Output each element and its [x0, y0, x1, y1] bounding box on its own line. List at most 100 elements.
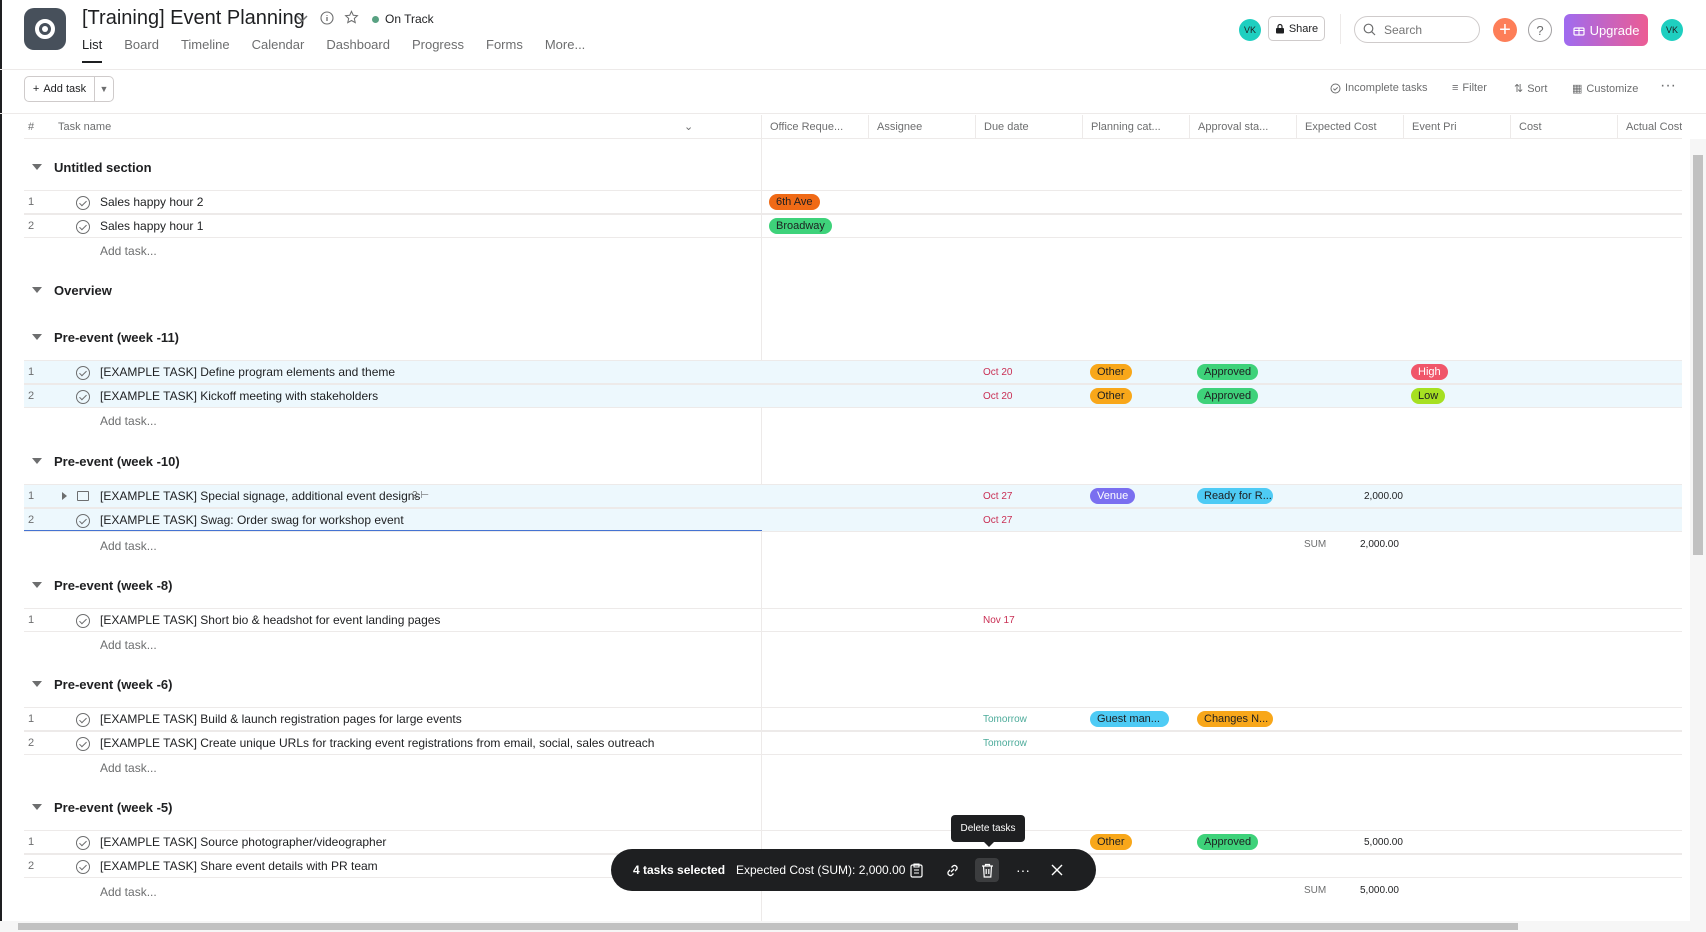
- customize-button[interactable]: ▦ Customize: [1572, 82, 1638, 96]
- create-plus-button[interactable]: +: [1493, 18, 1517, 42]
- close-icon[interactable]: [1045, 858, 1069, 882]
- incomplete-tasks-filter[interactable]: Incomplete tasks: [1330, 82, 1428, 94]
- complete-check-icon[interactable]: [76, 366, 90, 380]
- complete-check-icon[interactable]: [76, 220, 90, 234]
- link-icon[interactable]: [940, 858, 964, 882]
- collapse-triangle-icon[interactable]: [32, 804, 42, 810]
- project-title[interactable]: [Training] Event Planning: [82, 7, 305, 30]
- section-header[interactable]: Overview: [24, 279, 112, 301]
- approval-status-pill[interactable]: Approved: [1197, 388, 1259, 404]
- planning-category-pill[interactable]: Other: [1090, 364, 1132, 380]
- search-input[interactable]: [1384, 22, 1468, 37]
- tab-progress[interactable]: Progress: [412, 37, 464, 62]
- task-name[interactable]: [EXAMPLE TASK] Short bio & headshot for …: [100, 609, 440, 631]
- collapse-triangle-icon[interactable]: [32, 334, 42, 340]
- section-header[interactable]: Pre-event (week -10): [24, 450, 180, 472]
- task-name[interactable]: Sales happy hour 1: [100, 215, 203, 237]
- complete-check-icon[interactable]: [76, 196, 90, 210]
- planning-category-pill[interactable]: Venue: [1090, 488, 1136, 504]
- due-date[interactable]: Nov 17: [983, 609, 1015, 631]
- due-date[interactable]: Tomorrow: [983, 708, 1027, 730]
- table-row[interactable]: 2 Sales happy hour 1 Broadway: [24, 214, 1682, 238]
- tab-timeline[interactable]: Timeline: [181, 37, 230, 62]
- tab-board[interactable]: Board: [124, 37, 159, 62]
- sort-button[interactable]: ⇅ Sort: [1514, 82, 1547, 96]
- tab-list[interactable]: List: [82, 37, 103, 63]
- upgrade-button[interactable]: Upgrade: [1564, 14, 1648, 46]
- filter-button[interactable]: ≡ Filter: [1452, 82, 1487, 94]
- task-name[interactable]: [EXAMPLE TASK] Build & launch registrati…: [100, 708, 462, 730]
- add-task-inline[interactable]: Add task...: [100, 638, 157, 652]
- section-header[interactable]: Untitled section: [24, 156, 152, 178]
- task-name[interactable]: [EXAMPLE TASK] Share event details with …: [100, 855, 378, 877]
- complete-check-icon[interactable]: [76, 737, 90, 751]
- task-name[interactable]: [EXAMPLE TASK] Create unique URLs for tr…: [100, 732, 654, 754]
- search-box[interactable]: [1354, 16, 1480, 43]
- complete-check-icon[interactable]: [76, 614, 90, 628]
- event-priority-pill[interactable]: Low: [1411, 388, 1446, 404]
- section-header[interactable]: Pre-event (week -6): [24, 673, 173, 695]
- add-task-inline[interactable]: Add task...: [100, 244, 157, 258]
- task-name[interactable]: [EXAMPLE TASK] Special signage, addition…: [100, 485, 420, 507]
- more-options-icon[interactable]: ···: [1011, 858, 1035, 882]
- planning-category-pill[interactable]: Other: [1090, 834, 1132, 850]
- member-avatar[interactable]: VK: [1239, 19, 1261, 41]
- planning-category-pill[interactable]: Guest man...: [1090, 711, 1169, 727]
- subtask-count[interactable]: 2 ⊢: [412, 485, 429, 507]
- vertical-scrollbar[interactable]: [1690, 139, 1706, 923]
- table-row[interactable]: 1 [EXAMPLE TASK] Special signage, additi…: [24, 484, 1682, 508]
- chevron-down-icon[interactable]: ▼: [95, 77, 113, 101]
- chevron-down-icon[interactable]: [295, 12, 309, 26]
- tab-forms[interactable]: Forms: [486, 37, 523, 62]
- horizontal-scrollbar[interactable]: [0, 921, 1706, 932]
- table-row[interactable]: 1 [EXAMPLE TASK] Build & launch registra…: [24, 707, 1682, 731]
- scrollbar-thumb[interactable]: [18, 923, 1518, 930]
- col-cost[interactable]: Cost: [1510, 115, 1617, 139]
- col-office-request[interactable]: Office Reque...: [761, 115, 868, 139]
- share-button[interactable]: Share: [1268, 16, 1325, 41]
- section-header[interactable]: Pre-event (week -11): [24, 326, 179, 348]
- user-avatar[interactable]: VK: [1661, 19, 1683, 41]
- approval-status-pill[interactable]: Ready for R...: [1197, 488, 1273, 504]
- add-task-inline[interactable]: Add task...: [100, 539, 157, 553]
- col-event-priority[interactable]: Event Pri: [1403, 115, 1510, 139]
- due-date[interactable]: Oct 27: [983, 509, 1012, 531]
- table-row-cells[interactable]: Oct 27: [762, 508, 1682, 532]
- due-date[interactable]: Oct 20: [983, 385, 1012, 407]
- complete-check-icon[interactable]: [76, 836, 90, 850]
- table-row[interactable]: 1 Sales happy hour 2 6th Ave: [24, 190, 1682, 214]
- collapse-triangle-icon[interactable]: [32, 582, 42, 588]
- help-button[interactable]: ?: [1528, 18, 1552, 42]
- add-task-inline[interactable]: Add task...: [100, 885, 157, 899]
- complete-check-icon[interactable]: [76, 514, 90, 528]
- due-date[interactable]: Oct 27: [983, 485, 1012, 507]
- approval-status-pill[interactable]: Approved: [1197, 834, 1259, 850]
- col-actual-cost[interactable]: Actual Cost: [1617, 115, 1682, 139]
- table-row[interactable]: 2 [EXAMPLE TASK] Swag: Order swag for wo…: [24, 508, 762, 532]
- star-icon[interactable]: [343, 9, 360, 26]
- task-name[interactable]: [EXAMPLE TASK] Swag: Order swag for work…: [100, 509, 404, 531]
- chevron-down-icon[interactable]: ⌄: [684, 115, 700, 139]
- complete-check-icon[interactable]: [76, 860, 90, 874]
- approval-status-pill[interactable]: Approved: [1197, 364, 1259, 380]
- col-planning-category[interactable]: Planning cat...: [1082, 115, 1189, 139]
- tab-dashboard[interactable]: Dashboard: [326, 37, 390, 62]
- scrollbar-thumb[interactable]: [1693, 155, 1703, 555]
- collapse-triangle-icon[interactable]: [32, 164, 42, 170]
- expected-cost-value[interactable]: 2,000.00: [1364, 485, 1403, 507]
- add-task-inline[interactable]: Add task...: [100, 761, 157, 775]
- col-expected-cost[interactable]: Expected Cost: [1296, 115, 1403, 139]
- section-header[interactable]: Pre-event (week -8): [24, 574, 173, 596]
- collapse-triangle-icon[interactable]: [32, 458, 42, 464]
- table-row[interactable]: 1 [EXAMPLE TASK] Short bio & headshot fo…: [24, 608, 1682, 632]
- project-icon[interactable]: [24, 8, 66, 50]
- add-task-button[interactable]: + Add task: [25, 77, 95, 101]
- collapse-triangle-icon[interactable]: [32, 287, 42, 293]
- section-header[interactable]: Pre-event (week -5): [24, 796, 173, 818]
- due-date[interactable]: Tomorrow: [983, 732, 1027, 754]
- event-priority-pill[interactable]: High: [1411, 364, 1448, 380]
- table-row[interactable]: 1 [EXAMPLE TASK] Define program elements…: [24, 360, 1682, 384]
- task-name[interactable]: [EXAMPLE TASK] Kickoff meeting with stak…: [100, 385, 378, 407]
- table-row[interactable]: 2 [EXAMPLE TASK] Create unique URLs for …: [24, 731, 1682, 755]
- clipboard-icon[interactable]: [904, 858, 928, 882]
